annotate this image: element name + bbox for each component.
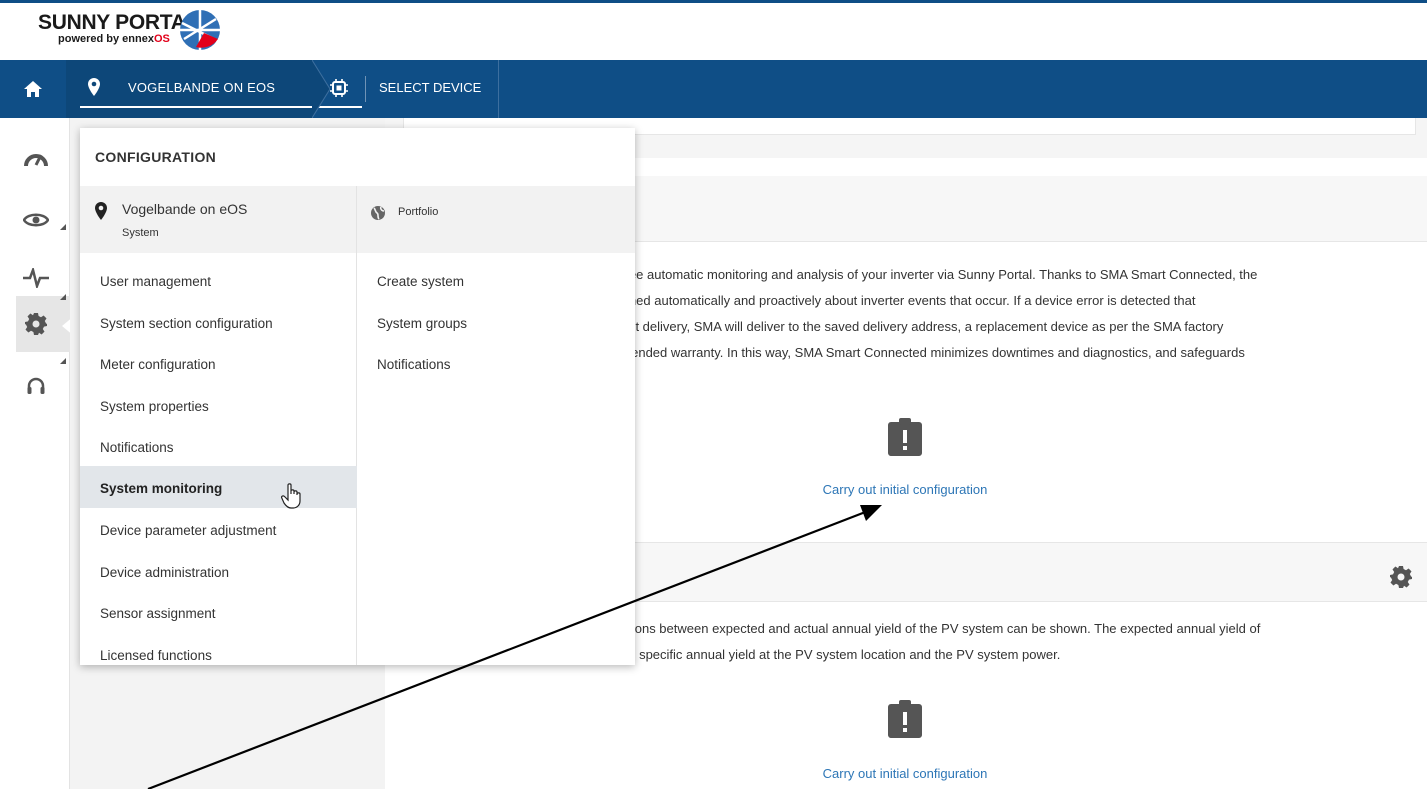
yield-description: ations between expected and actual annua… — [621, 616, 1421, 668]
device-chip-icon — [330, 79, 348, 97]
logo-sub-prefix: powered by ennex — [58, 33, 154, 45]
location-pin-icon — [88, 78, 100, 96]
submenu-indicator-icon — [60, 224, 66, 230]
description-line: rmed automatically and proactively about… — [621, 293, 1196, 308]
home-button[interactable] — [0, 60, 66, 118]
headset-icon — [27, 377, 45, 394]
description-line: xtended warranty. In this way, SMA Smart… — [621, 345, 1245, 360]
initial-configuration-link-2[interactable]: Carry out initial configuration — [745, 766, 1065, 781]
menu-item-system-section-configuration[interactable]: System section configuration — [100, 316, 273, 331]
menu-item-device-administration[interactable]: Device administration — [100, 565, 229, 580]
menu-item-system-monitoring[interactable]: System monitoring — [100, 481, 222, 496]
breadcrumb-end-divider — [498, 60, 499, 118]
menu-item-create-system[interactable]: Create system — [377, 274, 464, 289]
logo-sub-suffix: OS — [153, 33, 170, 45]
description-line: free automatic monitoring and analysis o… — [621, 267, 1258, 282]
menu-item-meter-configuration[interactable]: Meter configuration — [100, 357, 216, 372]
breadcrumb-system-label: VOGELBANDE ON EOS — [128, 80, 276, 95]
menu-title: CONFIGURATION — [95, 149, 217, 165]
submenu-indicator-icon — [60, 358, 66, 364]
clipboard-warning-icon — [888, 700, 922, 738]
menu-item-user-management[interactable]: User management — [100, 274, 211, 289]
system-menu-column — [80, 186, 357, 665]
menu-item-sensor-assignment[interactable]: Sensor assignment — [100, 606, 216, 621]
menu-item-system-groups[interactable]: System groups — [377, 316, 467, 331]
menu-item-system-properties[interactable]: System properties — [100, 399, 209, 414]
eye-icon — [23, 213, 49, 227]
top-header: SUNNY PORTAL powered by ennexOS — [0, 0, 1427, 60]
sidebar-item-dashboard[interactable] — [16, 138, 56, 178]
clipboard-warning-icon — [888, 418, 922, 456]
description-line: ations between expected and actual annua… — [621, 621, 1261, 636]
portfolio-label[interactable]: Portfolio — [398, 206, 438, 218]
left-icon-sidebar — [0, 118, 74, 789]
sidebar-item-monitoring[interactable] — [16, 200, 56, 240]
card-settings-gear-icon[interactable] — [1390, 566, 1412, 588]
breadcrumb-bar: VOGELBANDE ON EOS SELECT DEVICE — [0, 60, 1427, 118]
pulse-icon — [23, 268, 49, 288]
menu-item-portfolio-notifications[interactable]: Notifications — [377, 357, 451, 372]
description-line: ent delivery, SMA will deliver to the sa… — [621, 319, 1224, 334]
home-icon — [24, 81, 42, 97]
gauge-icon — [24, 154, 48, 166]
configuration-menu: CONFIGURATION Vogelbande on eOS System P… — [80, 128, 635, 665]
menu-item-licensed-functions[interactable]: Licensed functions — [100, 648, 212, 663]
globe-logo-icon — [180, 10, 220, 50]
menu-item-notifications[interactable]: Notifications — [100, 440, 174, 455]
sidebar-item-configuration[interactable] — [16, 304, 56, 344]
breadcrumb-system[interactable]: VOGELBANDE ON EOS — [66, 60, 362, 118]
hand-pointer-icon — [281, 483, 301, 509]
breadcrumb-separator — [365, 76, 366, 102]
description-line: he specific annual yield at the PV syste… — [621, 647, 1061, 662]
sidebar-item-analysis[interactable] — [16, 258, 56, 298]
gear-icon — [25, 313, 47, 335]
submenu-indicator-icon — [60, 294, 66, 300]
globe-icon — [371, 206, 385, 220]
initial-configuration-link-1[interactable]: Carry out initial configuration — [745, 482, 1065, 497]
smart-connected-description: free automatic monitoring and analysis o… — [621, 262, 1421, 366]
breadcrumb-chevron-icon — [312, 60, 330, 118]
menu-item-device-parameter-adjustment[interactable]: Device parameter adjustment — [100, 523, 276, 538]
sidebar-item-support[interactable] — [16, 366, 56, 406]
breadcrumb-select-device[interactable]: SELECT DEVICE — [379, 80, 481, 95]
